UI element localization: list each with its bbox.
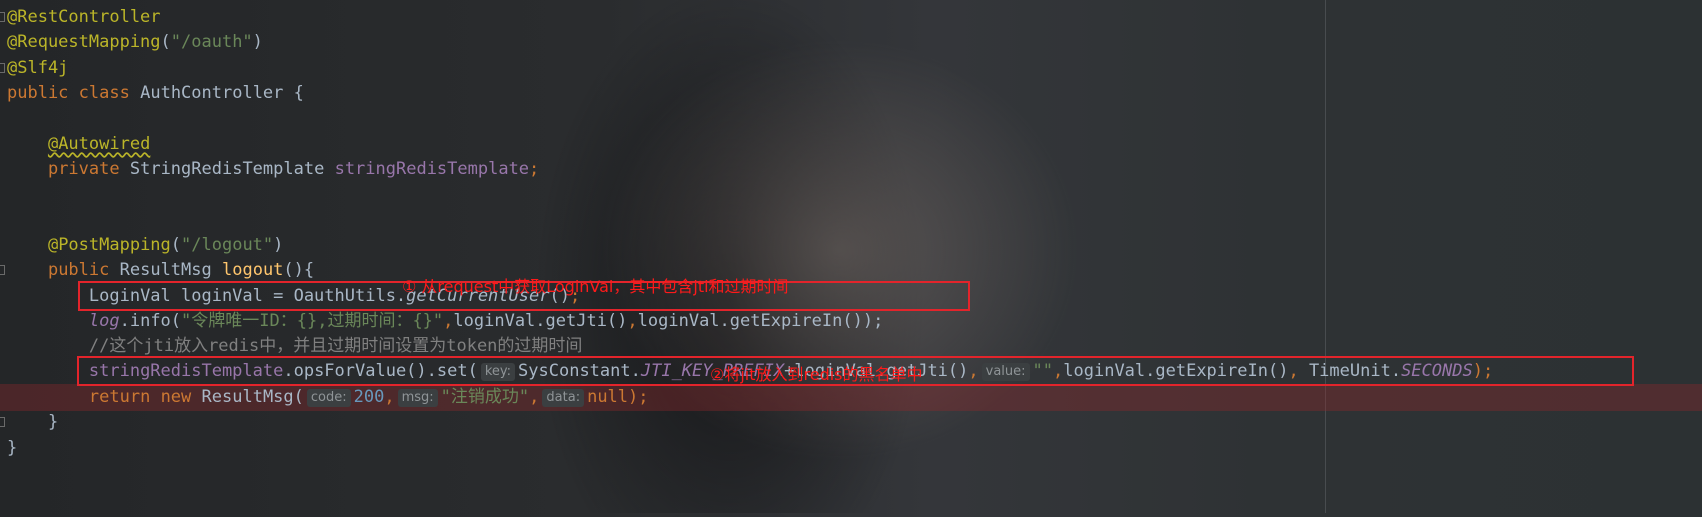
logout-path: "/logout" [181,235,274,255]
param-hint-code: code: [306,389,351,407]
log-message-string: "令牌唯一ID：{},过期时间：{}" [181,311,444,331]
keyword-public: public [7,83,69,103]
fold-marker-icon[interactable] [0,417,5,427]
fold-marker-icon[interactable] [0,63,5,73]
keyword-class: class [78,83,130,103]
code-line-18[interactable]: } [0,435,1702,462]
code-line-7[interactable]: private StringRedisTemplate stringRedisT… [0,156,1702,183]
method-logout: logout [222,260,284,280]
method-params: (){ [283,260,315,280]
field-type: StringRedisTemplate [129,159,325,179]
annotation-rest-controller: @RestController [7,7,161,27]
param-hint-data: data: [542,389,585,407]
log-info-call: .info( [119,311,182,331]
annotation-note-2: ②将jit放入到redis的黑名单中 [710,365,923,384]
annotation-request-mapping: @RequestMapping [7,32,161,52]
field-name: stringRedisTemplate [334,159,530,179]
log-field: log [88,311,120,331]
method-close-brace: } [47,412,59,432]
log-arg-jti: loginVal.getJti() [453,311,628,331]
annotation-autowired: @Autowired [47,134,151,154]
annotation-post-mapping: @PostMapping [47,235,171,255]
code-line-10[interactable]: @PostMapping("/logout") [0,232,1702,259]
code-line-17[interactable]: } [0,409,1702,436]
keyword-private: private [47,159,120,179]
code-editor[interactable]: @RestController @RequestMapping("/oauth"… [0,0,1702,513]
annotation-note-1: ① 从request中获取LoginVal，其中包含jti和过期时间 [402,277,789,296]
null-value: null [587,387,629,407]
code-line-2[interactable]: @RequestMapping("/oauth") [0,29,1702,56]
keyword-new: new [160,387,192,407]
code-line-1[interactable]: @RestController [0,4,1702,31]
code-line-6[interactable]: @Autowired [0,131,1702,158]
return-end: ); [628,387,649,407]
code-line-13[interactable]: log.info("令牌唯一ID：{},过期时间：{}",loginVal.ge… [0,308,1702,335]
class-name: AuthController { [140,83,304,103]
param-hint-msg: msg: [397,389,438,407]
log-arg-expire: loginVal.getExpireIn() [637,311,863,331]
code-comment: //这个jti放入redis中，并且过期时间设置为token的过期时间 [88,336,583,356]
mapping-path: "/oauth" [170,32,253,52]
keyword-public: public [47,260,110,280]
keyword-return: return [88,387,151,407]
return-type: ResultMsg [119,260,212,280]
annotation-slf4j: @Slf4j [7,58,69,78]
log-call-end: ); [862,311,884,331]
class-close-brace: } [7,438,18,458]
code-line-3[interactable]: @Slf4j [0,55,1702,82]
code-value: 200 [353,387,385,407]
fold-marker-icon[interactable] [0,12,5,22]
msg-value: "注销成功" [440,387,530,407]
code-line-16-current[interactable]: return new ResultMsg(code: 200, msg: "注销成功"… [0,384,1702,411]
code-line-11[interactable]: public ResultMsg logout(){ [0,257,1702,284]
resultmsg-constructor: ResultMsg( [201,387,304,407]
code-line-4[interactable]: public class AuthController { [0,80,1702,107]
fold-marker-icon[interactable] [0,265,5,275]
